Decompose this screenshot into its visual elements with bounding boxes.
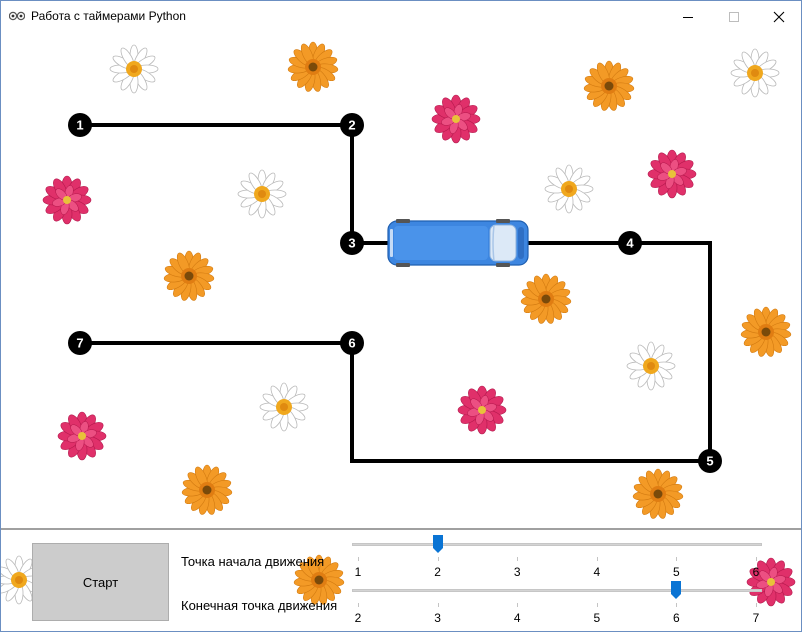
route-point-3[interactable]: 3 — [340, 231, 364, 255]
slider-tick — [358, 557, 359, 561]
daisy-flower — [259, 382, 309, 432]
title-bar[interactable]: Работа с таймерами Python — [1, 1, 801, 32]
maximize-icon — [729, 11, 739, 22]
dahlia-flower — [457, 385, 507, 435]
slider-tick-label: 3 — [434, 611, 441, 625]
route-point-5[interactable]: 5 — [698, 449, 722, 473]
dahlia-flower — [42, 175, 92, 225]
route-point-1[interactable]: 1 — [68, 113, 92, 137]
window-title: Работа с таймерами Python — [31, 9, 186, 23]
route-point-label: 1 — [76, 118, 83, 133]
slider-tick-label: 2 — [354, 611, 362, 625]
minimize-button[interactable] — [665, 1, 711, 32]
slider-thumb[interactable] — [432, 534, 444, 554]
start-slider-label: Точка начала движения — [181, 554, 325, 569]
slider-tick — [437, 557, 439, 561]
maximize-button[interactable] — [711, 1, 757, 32]
route-point-4[interactable]: 4 — [618, 231, 642, 255]
daisy-flower — [626, 341, 676, 391]
slider-tick — [517, 603, 519, 607]
daisy-flower — [730, 48, 780, 98]
route-point-label: 7 — [76, 336, 83, 351]
slider-tick-label: 6 — [673, 611, 680, 625]
slider-tick — [358, 603, 359, 607]
slider-thumb[interactable] — [670, 580, 682, 600]
slider-tick — [596, 557, 598, 561]
route-point-label: 5 — [706, 454, 713, 469]
route-point-7[interactable]: 7 — [68, 331, 92, 355]
end-slider-label: Конечная точка движения — [181, 598, 338, 613]
route-point-label: 4 — [626, 236, 634, 251]
app-window: Работа с таймерами Python 1 2 3 4 5 6 7 … — [0, 0, 802, 632]
minimize-icon — [683, 16, 693, 18]
route-point-6[interactable]: 6 — [340, 331, 364, 355]
control-panel: Старт Точка начала движения Конечная точ… — [1, 528, 801, 631]
close-icon — [773, 11, 785, 22]
gerbera-flower — [181, 464, 233, 516]
dahlia-flower — [431, 94, 481, 144]
daisy-flower — [109, 44, 159, 94]
slider-tick — [596, 603, 598, 607]
route-point-label: 3 — [348, 236, 355, 251]
bus-vehicle[interactable] — [387, 219, 529, 267]
gerbera-flower — [163, 250, 215, 302]
slider-tick — [756, 603, 757, 607]
slider-track — [352, 589, 762, 592]
close-button[interactable] — [756, 1, 801, 32]
slider-tick — [437, 603, 439, 607]
start-point-slider[interactable]: 123456 — [352, 530, 762, 579]
gerbera-flower — [632, 468, 684, 520]
route-map: 1 2 3 4 5 6 7 — [42, 41, 792, 520]
map-canvas[interactable]: 1 2 3 4 5 6 7 — [1, 32, 801, 528]
slider-tick — [676, 557, 678, 561]
gerbera-flower — [583, 60, 635, 112]
gerbera-flower — [520, 273, 572, 325]
end-point-slider[interactable]: 2 3 4 5 6 7 — [352, 576, 762, 625]
slider-tick-label: 7 — [752, 611, 760, 625]
app-icon — [9, 11, 25, 21]
slider-tick-label: 4 — [513, 611, 521, 625]
dahlia-flower — [57, 411, 107, 461]
route-point-label: 2 — [348, 118, 355, 133]
slider-tick-label: 5 — [593, 611, 601, 625]
slider-tick — [676, 603, 678, 607]
start-button[interactable]: Старт — [32, 543, 169, 621]
gerbera-flower — [287, 41, 339, 93]
slider-tick — [756, 557, 757, 561]
daisy-flower — [237, 169, 287, 219]
gerbera-flower — [740, 306, 792, 358]
slider-track — [352, 543, 762, 546]
route-point-label: 6 — [348, 336, 355, 351]
route-point-2[interactable]: 2 — [340, 113, 364, 137]
slider-tick — [517, 557, 519, 561]
dahlia-flower — [647, 149, 697, 199]
daisy-flower — [544, 164, 594, 214]
